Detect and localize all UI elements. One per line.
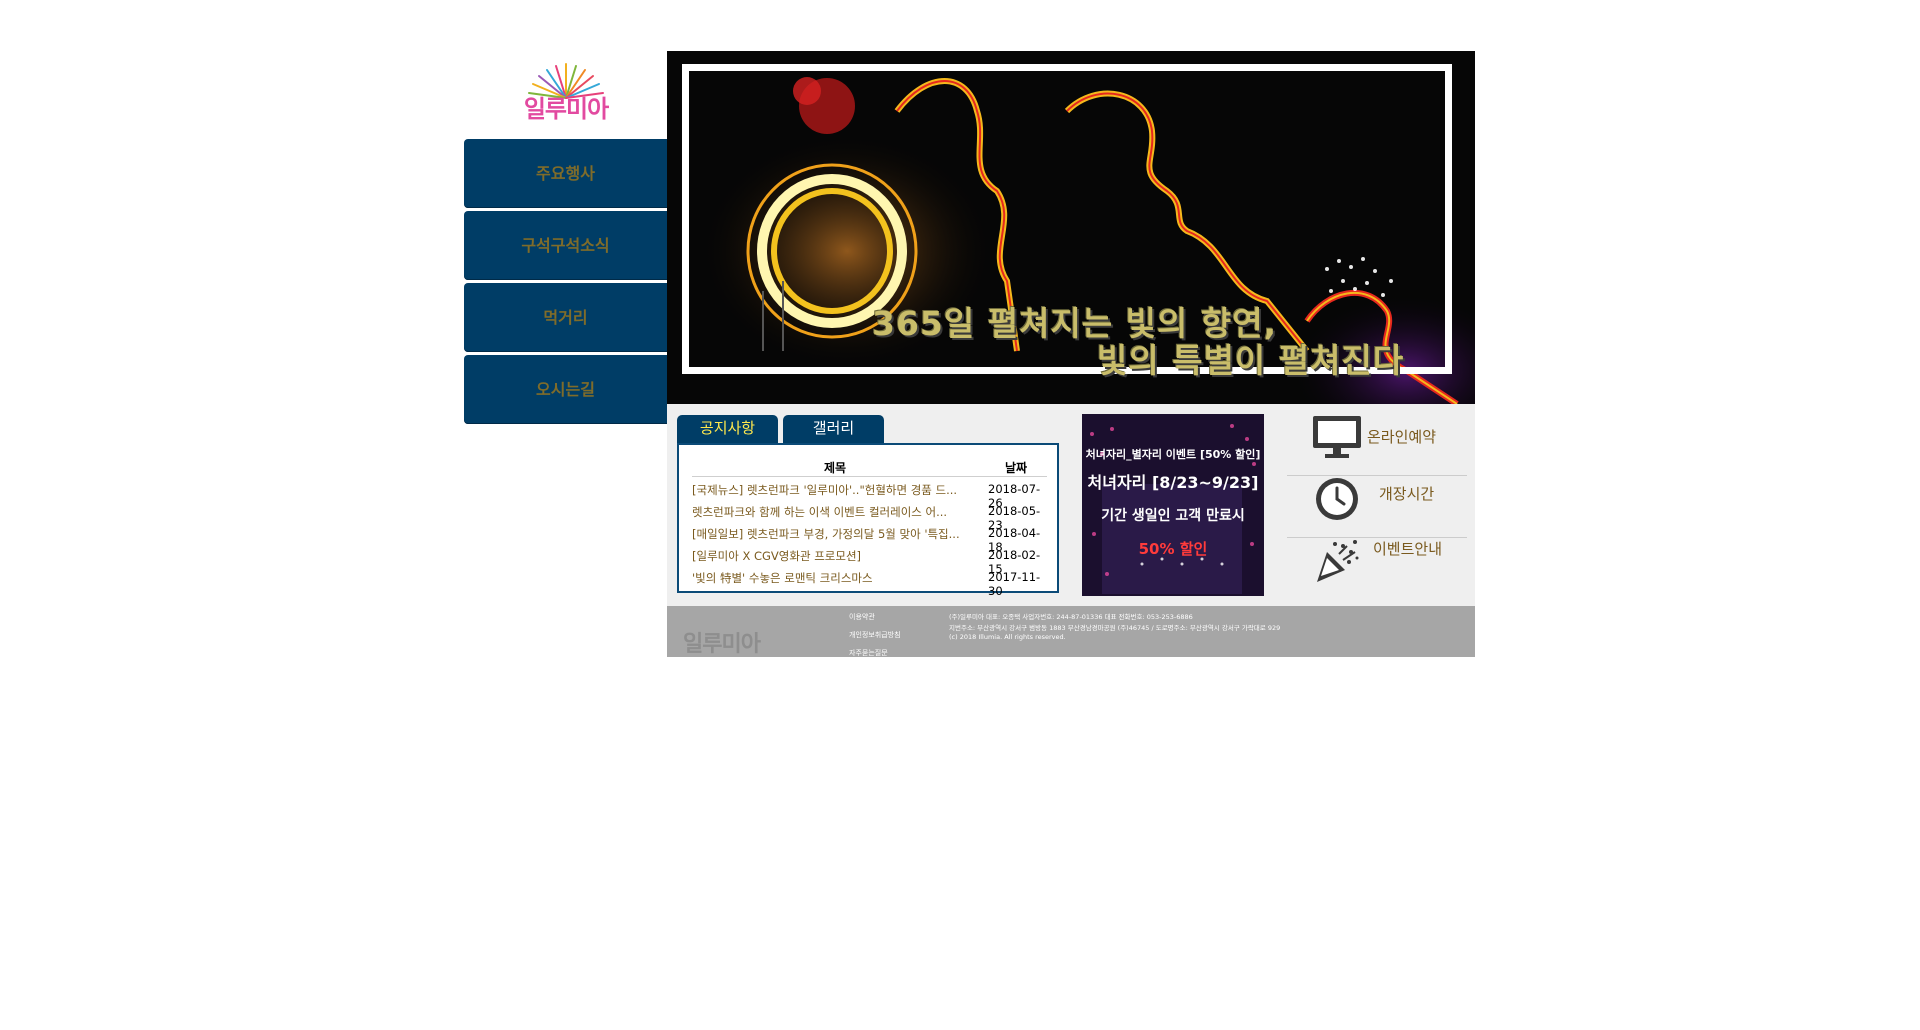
board-divider [692, 476, 1047, 477]
clock-icon [1316, 478, 1358, 520]
nav-item-news[interactable]: 구석구석소식 [464, 211, 667, 280]
event-banner-subtitle: 기간 생일인 고객 만료시 [1101, 508, 1245, 524]
board-header-date: 날짜 [1005, 461, 1028, 475]
quick-link-event-info[interactable]: 이벤트안내 [1287, 528, 1467, 589]
site-footer: 일루미아 이용약관 개인정보취급방침 자주묻는질문 (주)일루미아 대표: 오종… [667, 606, 1475, 657]
event-banner[interactable]: 처녀자리_별자리 이벤트 [50% 할인] 처녀자리 [8/23~9/23] 기… [1082, 414, 1264, 596]
event-banner-dates: 처녀자리 [8/23~9/23] [1087, 473, 1259, 492]
quick-link-label: 개장시간 [1379, 485, 1435, 503]
notice-title[interactable]: 렛츠런파크와 함께 하는 이색 이벤트 컬러레이스 어... [692, 504, 984, 520]
board-header-title: 제목 [824, 461, 847, 475]
nav-item-food[interactable]: 먹거리 [464, 283, 667, 352]
notice-title[interactable]: [매일일보] 렛츠런파크 부경, 가정의달 5월 맞아 '특집... [692, 526, 984, 542]
monitor-icon [1313, 416, 1361, 458]
footer-company-info: (주)일루미아 대표: 오종택 사업자번호: 244-87-01336 대표 전… [949, 613, 1193, 621]
footer-copyright: (c) 2018 Illumia. All rights reserved. [949, 633, 1066, 641]
quick-link-label: 이벤트안내 [1373, 540, 1443, 558]
notice-row: 렛츠런파크와 함께 하는 이색 이벤트 컬러레이스 어... 2018-05-2… [692, 504, 1047, 532]
nav-item-directions[interactable]: 오시는길 [464, 355, 667, 424]
tab-notice[interactable]: 공지사항 [677, 415, 778, 443]
notice-title[interactable]: '빛의 特별' 수놓은 로맨틱 크리스마스 [692, 570, 984, 586]
footer-link-terms[interactable]: 이용약관 [849, 612, 875, 622]
tab-gallery[interactable]: 갤러리 [783, 415, 884, 443]
notice-board: 제목 날짜 [국제뉴스] 렛츠런파크 '일루미아'.."헌혈하면 경품 드...… [677, 443, 1059, 598]
notice-row: '빛의 特별' 수놓은 로맨틱 크리스마스 2017-11-30 [692, 570, 1047, 598]
event-banner-title: 처녀자리_별자리 이벤트 [50% 할인] [1085, 448, 1261, 461]
notice-row: [매일일보] 렛츠런파크 부경, 가정의달 5월 맞아 '특집... 2018-… [692, 526, 1047, 554]
footer-address: 지번주소: 부산광역시 강서구 범방동 1883 부산경남경마공원 (주)467… [949, 624, 1281, 632]
hero-banner: 365일 펼쳐지는 빛의 향연, 빛의 특별이 펼쳐진다 [667, 51, 1475, 404]
logo-text: 일루미아 [523, 95, 609, 123]
quick-link-label: 온라인예약 [1367, 428, 1437, 446]
main-nav: 주요행사 구석구석소식 먹거리 오시는길 [464, 139, 667, 427]
nav-item-main-events[interactable]: 주요행사 [464, 139, 667, 208]
content-area: 공지사항 갤러리 제목 날짜 [국제뉴스] 렛츠런파크 '일루미아'.."헌혈하… [667, 404, 1475, 606]
site-logo[interactable]: 일루미아 [514, 60, 618, 124]
footer-logo: 일루미아 [683, 632, 761, 657]
notice-title[interactable]: [국제뉴스] 렛츠런파크 '일루미아'.."헌혈하면 경품 드... [692, 482, 984, 498]
quick-link-opening-hours[interactable]: 개장시간 [1287, 466, 1467, 527]
notice-date: 2017-11-30 [988, 570, 1041, 598]
hero-subheadline: 빛의 특별이 펼쳐진다 [1097, 341, 1405, 380]
notice-row: [일루미아 X CGV영화관 프로모션] 2018-02-15 [692, 548, 1047, 576]
event-banner-discount: 50% 할인 [1138, 540, 1208, 558]
party-popper-icon [1317, 540, 1359, 582]
quick-link-online-reservation[interactable]: 온라인예약 [1287, 404, 1467, 465]
notice-row: [국제뉴스] 렛츠런파크 '일루미아'.."헌혈하면 경품 드... 2018-… [692, 482, 1047, 510]
footer-link-privacy[interactable]: 개인정보취급방침 [849, 630, 901, 640]
footer-link-faq[interactable]: 자주묻는질문 [849, 648, 888, 657]
notice-title[interactable]: [일루미아 X CGV영화관 프로모션] [692, 548, 984, 564]
